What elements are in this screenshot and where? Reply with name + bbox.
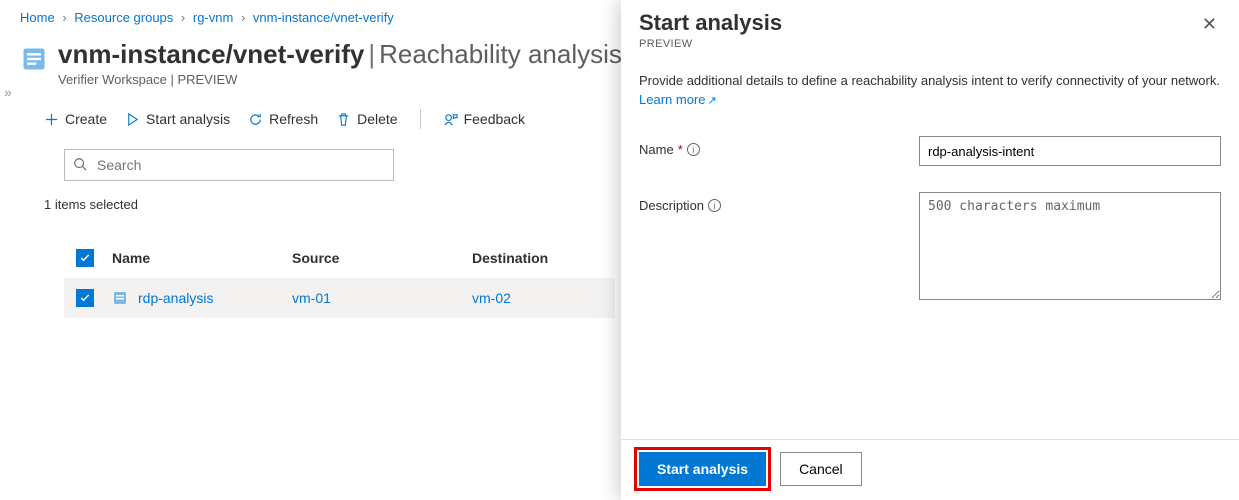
results-table: Name Source Destination rdp-analysis vm-… bbox=[64, 238, 615, 318]
breadcrumb: Home › Resource groups › rg-vnm › vnm-in… bbox=[20, 0, 615, 25]
breadcrumb-home[interactable]: Home bbox=[20, 10, 55, 25]
external-link-icon: ↗ bbox=[707, 95, 716, 107]
feedback-icon bbox=[443, 112, 458, 127]
table-row[interactable]: rdp-analysis vm-01 vm-02 bbox=[64, 278, 615, 318]
toolbar-divider bbox=[420, 109, 421, 129]
description-label: Description i bbox=[639, 192, 919, 213]
search-input[interactable] bbox=[64, 149, 394, 181]
start-analysis-button[interactable]: Start analysis bbox=[125, 111, 230, 127]
play-icon bbox=[125, 112, 140, 127]
breadcrumb-resource-groups[interactable]: Resource groups bbox=[74, 10, 173, 25]
row-destination-link[interactable]: vm-02 bbox=[472, 290, 622, 306]
name-input[interactable] bbox=[919, 136, 1221, 166]
chevron-right-icon: › bbox=[241, 10, 245, 25]
delete-button[interactable]: Delete bbox=[336, 111, 397, 127]
start-analysis-panel: Start analysis PREVIEW ✕ Provide additio… bbox=[621, 0, 1239, 500]
close-icon[interactable]: ✕ bbox=[1198, 10, 1221, 39]
info-icon[interactable]: i bbox=[687, 143, 700, 156]
expand-handle[interactable]: » bbox=[4, 84, 12, 100]
search-field[interactable] bbox=[95, 156, 385, 174]
page-title: vnm-instance/vnet-verify|Reachability an… bbox=[58, 39, 622, 70]
learn-more-link[interactable]: Learn more↗ bbox=[639, 92, 717, 107]
refresh-button[interactable]: Refresh bbox=[248, 111, 318, 127]
search-icon bbox=[73, 157, 87, 174]
plus-icon bbox=[44, 112, 59, 127]
col-name[interactable]: Name bbox=[112, 250, 292, 266]
start-analysis-submit[interactable]: Start analysis bbox=[639, 452, 766, 486]
analysis-icon bbox=[112, 290, 128, 306]
description-textarea[interactable] bbox=[919, 192, 1221, 300]
create-button[interactable]: Create bbox=[44, 111, 107, 127]
workspace-icon bbox=[20, 45, 48, 73]
selection-count: 1 items selected bbox=[44, 197, 615, 212]
feedback-button[interactable]: Feedback bbox=[443, 111, 525, 127]
name-label: Name* i bbox=[639, 136, 919, 157]
select-all-checkbox[interactable] bbox=[76, 249, 94, 267]
row-name-link[interactable]: rdp-analysis bbox=[112, 290, 292, 306]
panel-title: Start analysis bbox=[639, 10, 782, 36]
info-icon[interactable]: i bbox=[708, 199, 721, 212]
refresh-icon bbox=[248, 112, 263, 127]
col-destination[interactable]: Destination bbox=[472, 250, 622, 266]
row-checkbox[interactable] bbox=[76, 289, 94, 307]
preview-badge: PREVIEW bbox=[639, 38, 782, 50]
cancel-button[interactable]: Cancel bbox=[780, 452, 862, 486]
page-subtitle: Verifier Workspace | PREVIEW bbox=[58, 72, 622, 87]
breadcrumb-rg-name[interactable]: rg-vnm bbox=[193, 10, 233, 25]
row-source-link[interactable]: vm-01 bbox=[292, 290, 472, 306]
chevron-right-icon: › bbox=[181, 10, 185, 25]
breadcrumb-resource[interactable]: vnm-instance/vnet-verify bbox=[253, 10, 394, 25]
chevron-right-icon: › bbox=[62, 10, 66, 25]
panel-description: Provide additional details to define a r… bbox=[639, 72, 1221, 110]
col-source[interactable]: Source bbox=[292, 250, 472, 266]
trash-icon bbox=[336, 112, 351, 127]
